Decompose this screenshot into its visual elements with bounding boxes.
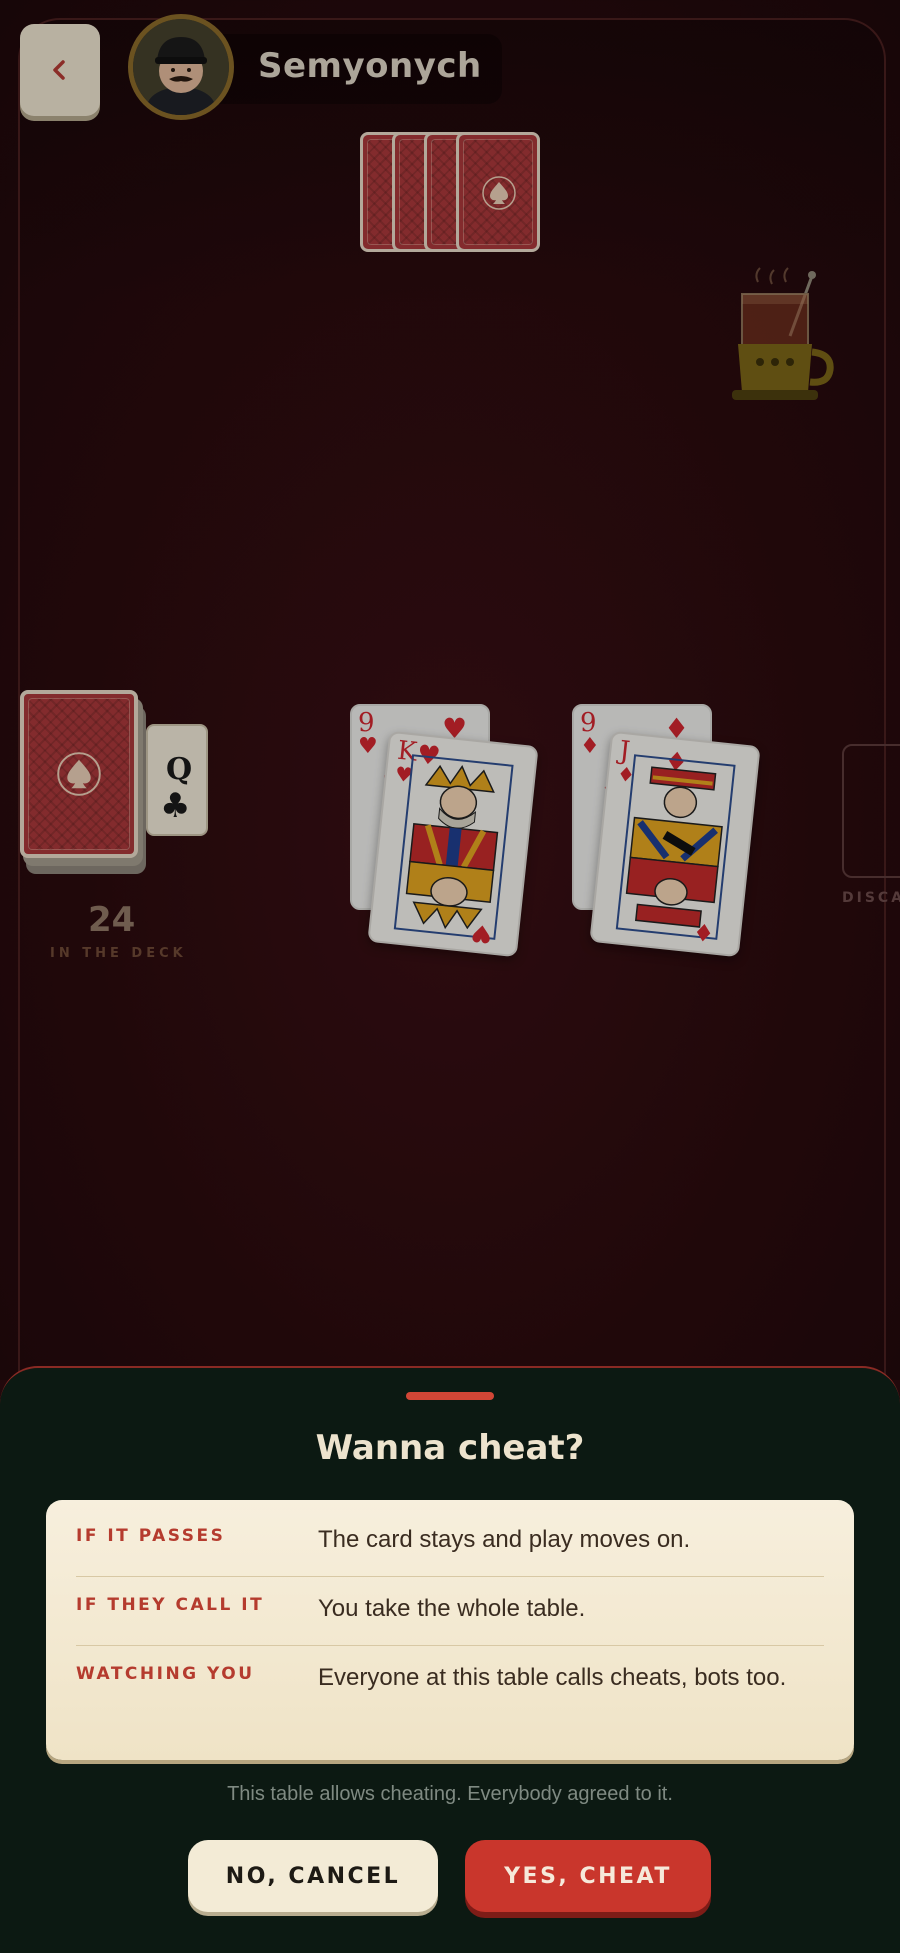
modal-backdrop[interactable] [0, 0, 900, 1380]
cancel-button[interactable]: NO, CANCEL [188, 1840, 438, 1912]
rule-label: IF THEY CALL IT [76, 1595, 265, 1615]
table-rules-note: This table allows cheating. Everybody ag… [227, 1783, 673, 1805]
rule-label: WATCHING YOU [76, 1664, 255, 1684]
divider [76, 1576, 824, 1577]
rule-text: You take the whole table. [318, 1595, 586, 1622]
divider [76, 1645, 824, 1646]
cheat-rules-card: IF IT PASSES The card stays and play mov… [46, 1500, 854, 1760]
confirm-cheat-button[interactable]: YES, CHEAT [465, 1840, 711, 1912]
rule-text: The card stays and play moves on. [318, 1526, 691, 1553]
sheet-drag-handle[interactable] [406, 1392, 494, 1400]
dialog-title: Wanna cheat? [315, 1428, 585, 1468]
rule-label: IF IT PASSES [76, 1526, 226, 1546]
rule-text: Everyone at this table calls cheats, bot… [318, 1664, 787, 1691]
